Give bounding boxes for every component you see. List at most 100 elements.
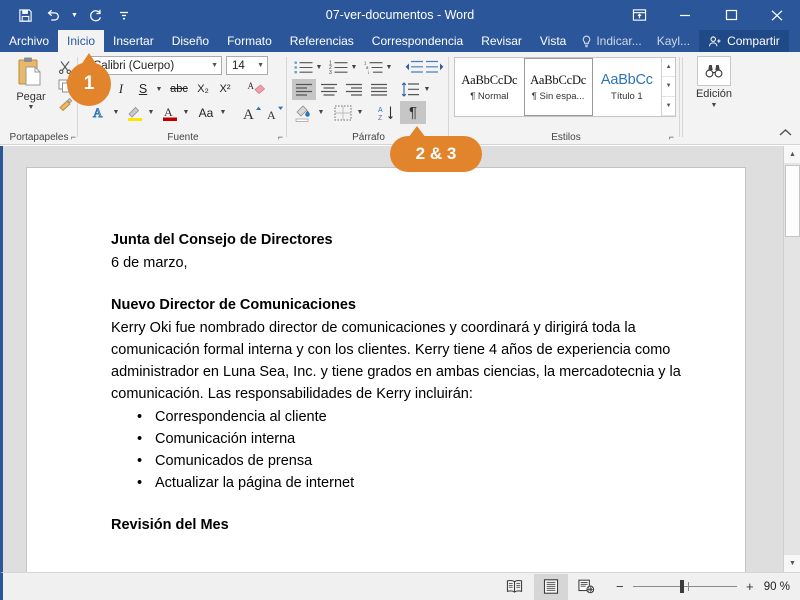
multilevel-list-dropdown-icon[interactable]: ▼	[383, 57, 395, 77]
doc-bullet-list: Correspondencia al cliente Comunicación …	[111, 406, 705, 494]
font-name-dropdown-icon[interactable]: ▼	[211, 62, 218, 69]
undo-dropdown-icon[interactable]: ▼	[68, 3, 81, 27]
scroll-down-icon[interactable]: ▼	[784, 555, 800, 572]
styles-scroll-down-icon[interactable]: ▼	[662, 77, 675, 97]
font-dialog-launcher[interactable]: ⌐	[278, 132, 283, 142]
decrease-indent-icon[interactable]	[402, 57, 424, 77]
share-button[interactable]: Compartir	[699, 30, 789, 52]
maximize-icon[interactable]	[708, 0, 754, 30]
document-body[interactable]: Junta del Consejo de Directores 6 de mar…	[27, 168, 745, 537]
italic-button[interactable]: I	[111, 79, 131, 99]
zoom-slider-midpoint	[687, 582, 689, 591]
styles-gallery-scroll[interactable]: ▲ ▼ ▼	[661, 58, 675, 116]
read-mode-icon[interactable]	[498, 574, 532, 600]
list-item: Actualizar la página de internet	[111, 472, 705, 494]
print-layout-icon[interactable]	[533, 573, 568, 600]
styles-more-icon[interactable]: ▼	[662, 97, 675, 116]
borders-icon[interactable]	[331, 102, 355, 123]
shrink-font-icon[interactable]: A	[265, 102, 287, 123]
align-left-icon[interactable]	[292, 79, 316, 100]
bullet-list-dropdown-icon[interactable]: ▼	[313, 57, 325, 77]
zoom-in-button[interactable]: +	[744, 579, 756, 594]
zoom-slider[interactable]	[632, 580, 737, 593]
style-titulo-1[interactable]: AaBbCc Título 1	[593, 58, 662, 116]
paste-dropdown-icon[interactable]: ▼	[28, 104, 35, 111]
multilevel-list-icon[interactable]: 1ai	[362, 57, 384, 77]
tell-me-box[interactable]: Indicar...	[575, 30, 647, 52]
subscript-button[interactable]: X₂	[193, 79, 213, 99]
bullet-list-icon[interactable]	[292, 57, 314, 77]
save-icon[interactable]	[12, 3, 38, 27]
clipboard-dialog-launcher[interactable]: ⌐	[71, 132, 76, 142]
zoom-out-button[interactable]: −	[614, 579, 626, 594]
undo-icon[interactable]	[40, 3, 66, 27]
close-icon[interactable]	[754, 0, 800, 30]
svg-text:i: i	[368, 70, 369, 75]
font-size-combo[interactable]: 14 ▼	[226, 56, 268, 75]
line-spacing-icon[interactable]	[398, 79, 422, 100]
numbered-list-dropdown-icon[interactable]: ▼	[348, 57, 360, 77]
styles-scroll-up-icon[interactable]: ▲	[662, 58, 675, 78]
minimize-icon[interactable]	[662, 0, 708, 30]
superscript-button[interactable]: X²	[215, 79, 235, 99]
tab-correspondencia[interactable]: Correspondencia	[363, 30, 472, 52]
underline-dropdown-icon[interactable]: ▼	[153, 79, 165, 99]
tab-formato[interactable]: Formato	[218, 30, 281, 52]
align-center-icon[interactable]	[317, 79, 341, 100]
svg-text:3: 3	[329, 70, 332, 75]
text-highlight-icon[interactable]	[124, 102, 146, 123]
font-size-dropdown-icon[interactable]: ▼	[257, 62, 264, 69]
styles-dialog-launcher[interactable]: ⌐	[669, 132, 674, 142]
style-sin-espaciado[interactable]: AaBbCcDc ¶ Sin espa...	[523, 58, 593, 116]
shading-dropdown-icon[interactable]: ▼	[315, 102, 327, 123]
tab-diseno[interactable]: Diseño	[163, 30, 218, 52]
editing-dropdown-icon[interactable]: ▼	[711, 102, 718, 109]
align-right-icon[interactable]	[342, 79, 366, 100]
editing-button[interactable]: Edición ▼	[690, 56, 738, 122]
customize-qat-icon[interactable]	[111, 3, 137, 27]
font-color-dropdown-icon[interactable]: ▼	[180, 102, 192, 123]
zoom-control: − +	[614, 579, 756, 594]
tab-vista[interactable]: Vista	[531, 30, 575, 52]
document-page[interactable]: Junta del Consejo de Directores 6 de mar…	[27, 168, 745, 600]
account-name[interactable]: Kayl...	[648, 30, 699, 52]
clear-formatting-icon[interactable]: A	[245, 78, 267, 99]
paste-button[interactable]: Pegar ▼	[8, 56, 54, 124]
collapse-ribbon-icon[interactable]	[779, 128, 792, 140]
borders-dropdown-icon[interactable]: ▼	[354, 102, 366, 123]
change-case-button[interactable]: Aa	[194, 102, 218, 123]
zoom-slider-handle[interactable]	[679, 580, 684, 593]
justify-icon[interactable]	[367, 79, 391, 100]
scroll-up-icon[interactable]: ▲	[784, 146, 800, 163]
style-normal[interactable]: AaBbCcDc ¶ Normal	[455, 58, 524, 116]
grow-font-icon[interactable]: A	[242, 102, 264, 123]
line-spacing-dropdown-icon[interactable]: ▼	[421, 79, 433, 100]
show-formatting-marks-button[interactable]: ¶	[400, 101, 426, 124]
web-layout-icon[interactable]	[570, 574, 604, 600]
sort-icon[interactable]: AZ	[374, 102, 398, 123]
document-area: Junta del Consejo de Directores 6 de mar…	[0, 146, 800, 600]
tab-referencias[interactable]: Referencias	[281, 30, 363, 52]
font-color-icon[interactable]: A	[159, 102, 181, 123]
tab-revisar[interactable]: Revisar	[472, 30, 531, 52]
vertical-scrollbar[interactable]: ▲ ▼	[783, 146, 800, 572]
text-highlight-dropdown-icon[interactable]: ▼	[145, 102, 157, 123]
scrollbar-thumb[interactable]	[785, 165, 800, 237]
format-painter-icon[interactable]	[56, 96, 74, 113]
ribbon-display-options-icon[interactable]	[616, 0, 662, 30]
group-label-estilos: Estilos	[551, 132, 581, 143]
redo-icon[interactable]	[83, 3, 109, 27]
tab-archivo[interactable]: Archivo	[0, 30, 58, 52]
increase-indent-icon[interactable]	[424, 57, 446, 77]
doc-heading-3: Revisión del Mes	[111, 516, 229, 533]
tab-inicio[interactable]: Inicio	[58, 30, 105, 52]
change-case-dropdown-icon[interactable]: ▼	[217, 102, 229, 123]
underline-button[interactable]: S	[133, 79, 153, 99]
shading-icon[interactable]	[292, 102, 316, 123]
text-effects-dropdown-icon[interactable]: ▼	[110, 102, 122, 123]
tab-insertar[interactable]: Insertar	[104, 30, 163, 52]
numbered-list-icon[interactable]: 123	[327, 57, 349, 77]
list-item: Comunicados de prensa	[111, 450, 705, 472]
svg-text:A: A	[267, 108, 276, 122]
strikethrough-button[interactable]: abc	[167, 79, 191, 99]
